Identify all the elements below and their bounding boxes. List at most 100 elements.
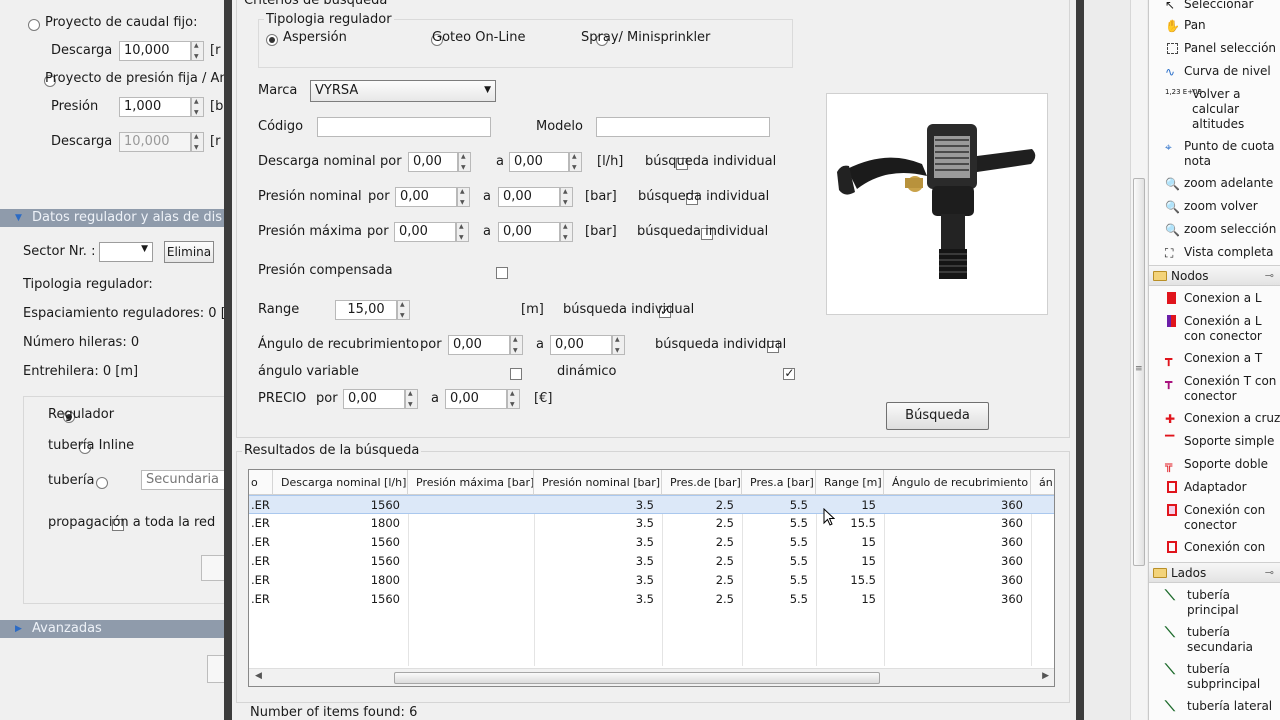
tipologia-title: Tipologia regulador [264, 12, 394, 27]
descarga-min-spinner[interactable] [458, 152, 471, 172]
precio-max-spinner[interactable] [507, 389, 520, 409]
table-row[interactable]: .ER 1800 3.5 2.5 5.5 15.5 360 [249, 514, 1054, 533]
col-header-pres-de[interactable]: Pres.de [bar] [662, 470, 742, 495]
table-cell: 5.5 [789, 592, 808, 606]
section-avanzadas[interactable]: ▶ Avanzadas [0, 620, 224, 638]
descarga2-spinner[interactable] [191, 132, 204, 152]
col-header-an[interactable]: án [1031, 470, 1054, 495]
marca-select[interactable]: VYRSA ▼ [310, 80, 496, 102]
table-row[interactable]: .ER 1560 3.5 2.5 5.5 15 360 [249, 533, 1054, 552]
col-header-angulo[interactable]: Ángulo de recubrimiento [884, 470, 1031, 495]
hand-icon: ✋ [1165, 19, 1180, 33]
col-header-o[interactable]: o [249, 470, 273, 495]
sector-select[interactable]: ▼ [99, 242, 153, 262]
presion-compensada-checkbox[interactable] [495, 266, 508, 279]
propagacion-label: propagación a toda la red [48, 515, 216, 530]
col-header-pres-a[interactable]: Pres.a [bar] [742, 470, 816, 495]
range-input[interactable]: 15,00 [335, 300, 397, 320]
angulo-min-input[interactable]: 0,00 [448, 335, 510, 355]
lados-header[interactable]: Lados ⊸ [1149, 562, 1280, 583]
angulo-individual-label: búsqueda individual [655, 337, 787, 352]
pin-point-icon: ⌖ [1165, 140, 1172, 154]
vertical-scrollbar[interactable]: ≡ [1130, 0, 1147, 720]
pin-icon[interactable]: ⊸ [1265, 266, 1274, 286]
table-row[interactable]: .ER 1560 3.5 2.5 5.5 15 360 [249, 495, 1054, 514]
table-cell: .ER [251, 516, 270, 530]
range-spinner[interactable] [397, 300, 410, 320]
radio-aspersion[interactable] [266, 33, 278, 46]
col-header-presion-maxima[interactable]: Presión máxima [bar] [408, 470, 534, 495]
partial-button[interactable] [201, 555, 224, 581]
table-cell: 5.5 [789, 535, 808, 549]
chevron-down-icon: ▼ [484, 85, 491, 95]
presion-spinner[interactable] [191, 97, 204, 117]
background-gap [1084, 0, 1130, 720]
table-row[interactable]: .ER 1800 3.5 2.5 5.5 15.5 360 [249, 571, 1054, 590]
presion-nominal-max-spinner[interactable] [560, 187, 573, 207]
col-header-descarga[interactable]: Descarga nominal [l/h] [273, 470, 408, 495]
chevron-down-icon: ▼ [141, 244, 148, 254]
col-header-presion-nominal[interactable]: Presión nominal [bar] [534, 470, 662, 495]
precio-min-spinner[interactable] [405, 389, 418, 409]
mouse-cursor-icon [823, 508, 835, 526]
presion-maxima-a: a [483, 224, 491, 239]
angulo-variable-checkbox[interactable] [510, 367, 523, 380]
elimina-button[interactable]: Elimina [164, 241, 214, 263]
resultados-title: Resultados de la búsqueda [242, 443, 422, 458]
table-cell [408, 514, 534, 533]
presion-maxima-unit: [bar] [585, 224, 617, 239]
descarga-unit: [r [210, 43, 221, 58]
table-row[interactable]: .ER 1560 3.5 2.5 5.5 15 360 [249, 552, 1054, 571]
modelo-input[interactable] [596, 117, 770, 137]
precio-unit: [€] [534, 391, 553, 406]
pin-icon[interactable]: ⊸ [1265, 563, 1274, 583]
presion-maxima-max-input[interactable]: 0,00 [498, 222, 560, 242]
tuberia-select[interactable]: Secundaria [141, 470, 224, 490]
busqueda-button[interactable]: Búsqueda [886, 402, 989, 430]
codigo-input[interactable] [317, 117, 491, 137]
precio-max-input[interactable]: 0,00 [445, 389, 507, 409]
dinamico-checkbox[interactable] [783, 366, 796, 380]
table-cell: 360 [1001, 516, 1023, 530]
horizontal-scrollbar[interactable]: ◀ ▶ [249, 668, 1054, 686]
descarga2-input[interactable]: 10,000 [119, 132, 191, 152]
table-cell: 5.5 [789, 516, 808, 530]
radio-caudal-fijo[interactable] [28, 18, 40, 31]
table-cell: 360 [1001, 573, 1023, 587]
precio-min-input[interactable]: 0,00 [343, 389, 405, 409]
table-cell: 2.5 [715, 573, 734, 587]
descarga-max-input[interactable]: 0,00 [509, 152, 569, 172]
descarga-por-label: por [380, 154, 402, 169]
presion-input[interactable]: 1,000 [119, 97, 191, 117]
descarga-min-input[interactable]: 0,00 [408, 152, 458, 172]
radio-tuberia[interactable] [95, 476, 108, 489]
nodos-header[interactable]: Nodos ⊸ [1149, 265, 1280, 286]
hileras-label: Número hileras: 0 [23, 335, 140, 350]
col-header-range[interactable]: Range [m] [816, 470, 884, 495]
table-row[interactable]: .ER 1560 3.5 2.5 5.5 15 360 [249, 590, 1054, 609]
angulo-max-spinner[interactable] [612, 335, 625, 355]
radio-aspersion-label: Aspersión [283, 30, 347, 45]
presion-maxima-min-spinner[interactable] [456, 222, 469, 242]
angulo-max-input[interactable]: 0,00 [550, 335, 612, 355]
descarga-max-spinner[interactable] [569, 152, 582, 172]
scroll-left-icon[interactable]: ◀ [255, 671, 262, 681]
results-table[interactable]: o Descarga nominal [l/h] Presión máxima … [248, 469, 1055, 687]
descarga-input[interactable]: 10,000 [119, 41, 191, 61]
partial-button-2[interactable] [207, 655, 224, 683]
table-cell: 15.5 [850, 573, 876, 587]
descarga-spinner[interactable] [191, 41, 204, 61]
table-cell: .ER [251, 498, 270, 512]
section-datos-regulador[interactable]: ▼ Datos regulador y alas de dis [0, 209, 224, 227]
presion-maxima-min-input[interactable]: 0,00 [394, 222, 456, 242]
expand-arrow-icon: ▶ [15, 624, 22, 634]
scroll-right-icon[interactable]: ▶ [1042, 671, 1049, 681]
presion-nominal-max-input[interactable]: 0,00 [498, 187, 560, 207]
presion-maxima-max-spinner[interactable] [560, 222, 573, 242]
presion-nominal-min-input[interactable]: 0,00 [395, 187, 457, 207]
scrollbar-thumb[interactable] [394, 672, 880, 684]
contour-icon: ∿ [1165, 65, 1176, 79]
angulo-min-spinner[interactable] [510, 335, 523, 355]
presion-nominal-min-spinner[interactable] [457, 187, 470, 207]
radio-inline-label: tubería Inline [48, 438, 135, 453]
